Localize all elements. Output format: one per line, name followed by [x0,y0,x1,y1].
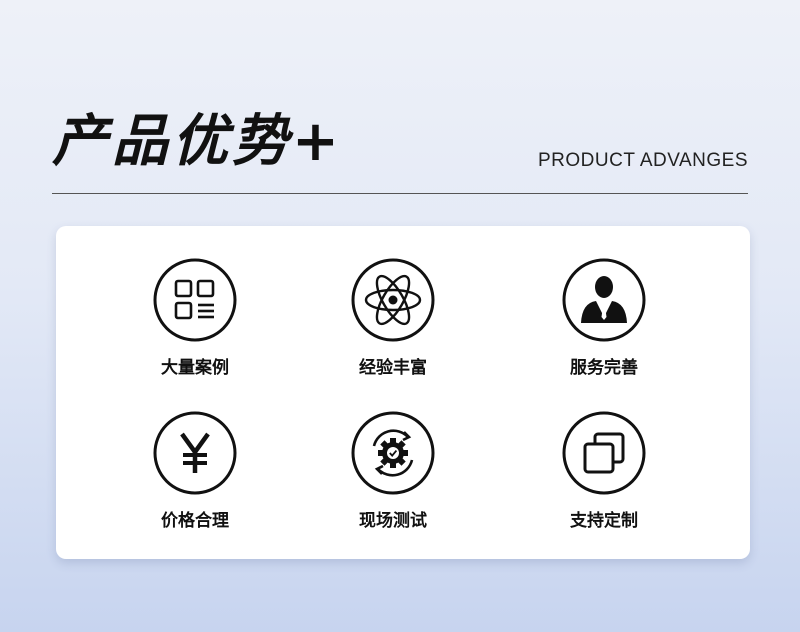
grid-list-icon [152,257,238,343]
yen-icon [152,410,238,496]
businessman-icon [561,257,647,343]
feature-item-customization: 支持定制 [524,410,684,550]
atom-icon [350,257,436,343]
feature-item-price: 价格合理 [115,410,275,550]
feature-label: 价格合理 [161,511,229,531]
feature-label: 大量案例 [161,358,229,378]
feature-item-onsite-test: 现场测试 [313,410,473,550]
gear-check-icon [350,410,436,496]
feature-label: 经验丰富 [359,358,427,378]
feature-item-service: 服务完善 [524,257,684,397]
page-subtitle: PRODUCT ADVANGES [537,150,748,171]
feature-label: 支持定制 [570,511,638,531]
feature-label: 服务完善 [570,358,638,378]
page-title: 产品优势+ [52,109,343,174]
overlapping-squares-icon [561,410,647,496]
feature-item-cases: 大量案例 [115,257,275,397]
feature-item-experience: 经验丰富 [313,257,473,397]
feature-label: 现场测试 [359,511,427,531]
features-card: 大量案例 经验丰富 服务完善 价格合理 现场测试 支持定制 [56,226,750,559]
header-divider [52,193,748,194]
